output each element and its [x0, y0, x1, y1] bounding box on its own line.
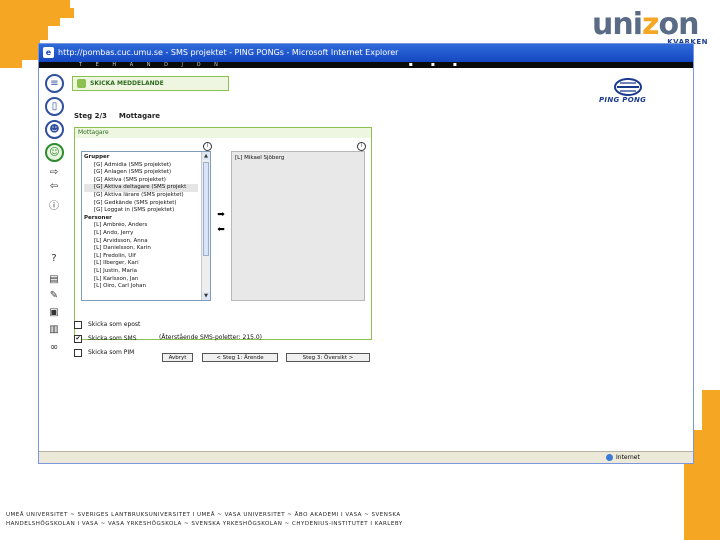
add-recipient-button[interactable]: ➡	[215, 211, 227, 220]
selected-recipients-list[interactable]: [L] Mikael Sjöberg	[231, 151, 365, 301]
group-list-item[interactable]: [G] Aktiva (SMS projektet)	[84, 177, 198, 185]
message-icon	[77, 79, 86, 88]
zone-label: Internet	[616, 454, 640, 461]
ping-pong-logo: PING PONG	[594, 78, 664, 108]
security-zone: Internet	[606, 452, 640, 463]
step-name: Mottagare	[118, 112, 161, 120]
recipients-fieldset: Mottagare i i Grupper [G] Admidia (SMS p…	[74, 127, 372, 340]
person-list-item[interactable]: [L] Fredolin, Ulf	[84, 253, 198, 261]
footer-line-1: UMEÅ UNIVERSITET ~ SVERIGES LANTBRUKSUNI…	[6, 512, 401, 518]
next-button[interactable]: Steg 3: Översikt >	[286, 353, 370, 362]
group-list-item[interactable]: [G] Loggat in (SMS projektet)	[84, 207, 198, 215]
scroll-thumb[interactable]	[203, 162, 209, 256]
link-icon[interactable]: ∞	[47, 342, 61, 354]
group-list-item[interactable]: [G] Admidia (SMS projektet)	[84, 162, 198, 170]
book-icon[interactable]: ▯	[45, 97, 64, 116]
edit-icon[interactable]: ▣	[47, 307, 61, 319]
send-pim-option[interactable]: Skicka som PIM	[74, 348, 134, 357]
email-option-label: Skicka som epost	[88, 321, 141, 328]
arrow-left-icon[interactable]: ⇦	[47, 181, 61, 193]
send-sms-option[interactable]: ✔ Skicka som SMS	[74, 334, 137, 343]
sms-checkbox[interactable]: ✔	[74, 334, 82, 343]
computer-icon[interactable]: ▥	[47, 324, 61, 336]
person-list-item[interactable]: [L] Karlsson, Jan	[84, 276, 198, 284]
pim-checkbox[interactable]	[74, 348, 82, 357]
info-icon[interactable]: i	[357, 142, 366, 151]
group-list-item[interactable]: [G] Aktiva deltagare (SMS projekt	[84, 184, 198, 192]
scroll-up-icon[interactable]: ▲	[202, 152, 210, 160]
question-icon[interactable]: ?	[47, 253, 61, 265]
list-icon[interactable]: ≡	[45, 74, 64, 93]
send-email-option[interactable]: Skicka som epost	[74, 320, 140, 329]
browser-window: e http://pombas.cuc.umu.se - SMS projekte…	[38, 43, 694, 464]
email-checkbox[interactable]	[74, 320, 82, 329]
document-icon[interactable]: ▤	[47, 274, 61, 286]
groups-heading: Grupper	[84, 154, 110, 160]
available-recipients-list[interactable]: Grupper [G] Admidia (SMS projektet) [G] A…	[81, 151, 211, 301]
page-content: ≡ ▯ ☻ ☺ ⇨ ⇦ ⓘ ? ▤ ✎ ▣ ▥ ∞ SKICKA MEDDELA…	[39, 68, 693, 452]
footer-line-2: HANDELSHÖGSKOLAN I VASA ~ VASA YRKESHÖGS…	[6, 521, 403, 527]
person-list-item[interactable]: [L] Ambréo, Anders	[84, 222, 198, 230]
person-list-item[interactable]: [L] Ando, Jerry	[84, 230, 198, 238]
person-list-item[interactable]: [L] Justin, Maria	[84, 268, 198, 276]
window-title: http://pombas.cuc.umu.se - SMS projektet…	[58, 48, 399, 57]
recipients-legend: Mottagare	[75, 128, 371, 138]
ping-pong-mark	[614, 78, 642, 96]
person-list-item[interactable]: [L] Ilberger, Kari	[84, 260, 198, 268]
page-header: SKICKA MEDDELANDE	[72, 76, 229, 91]
remove-recipient-button[interactable]: ⬅	[215, 226, 227, 235]
left-icon-column: ≡ ▯ ☻ ☺ ⇨ ⇦ ⓘ ? ▤ ✎ ▣ ▥ ∞	[39, 68, 69, 398]
window-titlebar: e http://pombas.cuc.umu.se - SMS projekte…	[39, 44, 693, 62]
person-list-item[interactable]: [L] Arvidsson, Anna	[84, 238, 198, 246]
write-icon[interactable]: ✎	[47, 290, 61, 302]
arrow-right-icon[interactable]: ⇨	[47, 167, 61, 179]
group-list-item[interactable]: [G] Aktiva lärare (SMS projektet)	[84, 192, 198, 200]
globe-icon	[606, 454, 613, 461]
step-indicator: Steg 2/3 Mottagare	[74, 112, 160, 120]
sms-balance: (Återstående SMS-poletter: 215.0)	[159, 334, 263, 341]
status-bar: Internet	[39, 451, 693, 463]
people-icon[interactable]: ☺	[45, 143, 64, 162]
group-list-item[interactable]: [G] Gedkände (SMS projektet)	[84, 200, 198, 208]
scroll-down-icon[interactable]: ▼	[202, 292, 210, 300]
cancel-button[interactable]: Avbryt	[162, 353, 193, 362]
forum-icon[interactable]: ☻	[45, 120, 64, 139]
help-icon[interactable]: ⓘ	[47, 201, 61, 213]
unizon-logo: unizon KVARKEN	[592, 7, 708, 47]
selected-recipient[interactable]: [L] Mikael Sjöberg	[235, 155, 284, 161]
list-scrollbar[interactable]: ▲ ▼	[201, 152, 210, 300]
step-number: Steg 2/3	[74, 112, 107, 120]
group-list-item[interactable]: [G] Anlagen (SMS projektet)	[84, 169, 198, 177]
person-list-item[interactable]: [L] Oiro, Carl Johan	[84, 283, 198, 291]
ping-pong-label: PING PONG	[599, 96, 647, 104]
sms-option-label: Skicka som SMS	[88, 335, 137, 342]
ie-icon: e	[43, 47, 54, 58]
page-title: SKICKA MEDDELANDE	[90, 80, 164, 87]
back-button[interactable]: < Steg 1: Ärende	[202, 353, 278, 362]
person-list-item[interactable]: [L] Danielsson, Karin	[84, 245, 198, 253]
info-icon[interactable]: i	[203, 142, 212, 151]
pim-option-label: Skicka som PIM	[88, 349, 135, 356]
footer-text: UMEÅ UNIVERSITET ~ SVERIGES LANTBRUKSUNI…	[6, 511, 626, 529]
